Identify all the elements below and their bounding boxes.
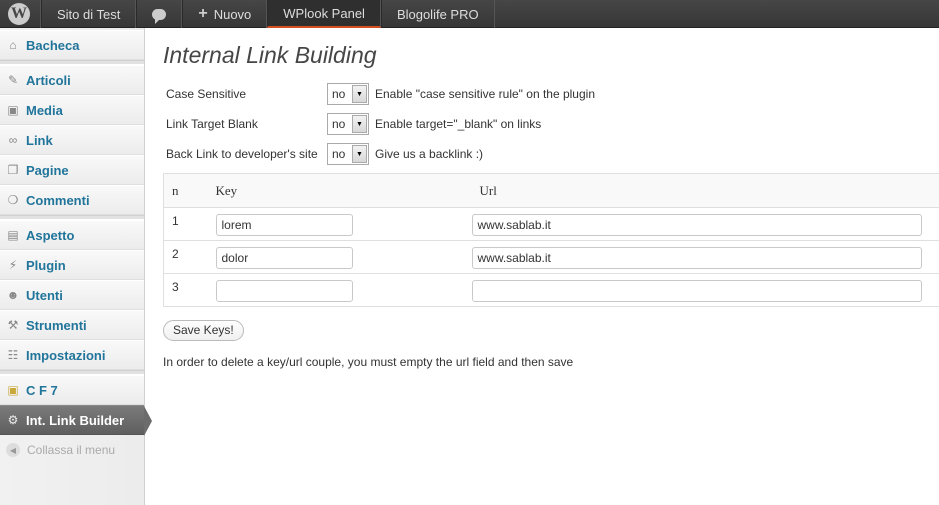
comment-bubble-icon <box>152 8 167 24</box>
comments-icon: ❍ <box>7 193 19 207</box>
key-input[interactable]: lorem <box>215 214 353 236</box>
wordpress-logo-icon: W <box>8 3 30 25</box>
sidebar-item-commenti[interactable]: ❍ Commenti <box>0 185 144 215</box>
appearance-icon: ▤ <box>7 228 19 242</box>
select-value: no <box>332 87 346 101</box>
option-label: Link Target Blank <box>166 117 258 131</box>
blogolife-pro-link[interactable]: Blogolife PRO <box>380 0 495 28</box>
wplook-panel-link[interactable]: WPlook Panel <box>267 0 381 28</box>
url-input[interactable]: www.sablab.it <box>471 247 922 269</box>
sidebar-item-aspetto[interactable]: ▤ Aspetto <box>0 220 144 250</box>
plugin-icon: ⚡ <box>8 258 18 272</box>
option-row-backlink: Back Link to developer's site no ▼ Give … <box>163 139 939 169</box>
keys-table: n Key Url 1 lorem www.sablab.it 2 dolor … <box>163 173 939 307</box>
sidebar-item-int-link-builder[interactable]: ⚙ Int. Link Builder <box>0 405 152 436</box>
page-title: Internal Link Building <box>163 42 377 68</box>
sidebar-item-label: Bacheca <box>26 37 80 53</box>
row-number: 2 <box>163 240 208 274</box>
table-header-row: n Key Url <box>163 173 939 208</box>
plus-icon: + <box>198 5 208 22</box>
sidebar-item-plugin[interactable]: ⚡ Plugin <box>0 250 144 280</box>
sidebar-item-impostazioni[interactable]: ☷ Impostazioni <box>0 340 144 370</box>
users-icon: ☻ <box>6 288 20 302</box>
admin-sidebar: ⌂ Bacheca ✎ Articoli ▣ Media ∞ Link ❐ Pa… <box>0 28 152 505</box>
sidebar-item-utenti[interactable]: ☻ Utenti <box>0 280 144 310</box>
collapse-arrow-icon: ◀ <box>6 443 20 457</box>
key-input[interactable]: dolor <box>215 247 353 269</box>
sidebar-item-label: Impostazioni <box>26 347 106 363</box>
sidebar-item-pagine[interactable]: ❐ Pagine <box>0 155 144 185</box>
sidebar-item-label: Int. Link Builder <box>26 412 125 428</box>
tools-icon: ⚒ <box>7 318 19 332</box>
new-content-label: Nuovo <box>213 6 252 22</box>
chevron-down-icon: ▼ <box>352 85 367 103</box>
sidebar-item-label: Media <box>26 102 63 118</box>
option-row-target-blank: Link Target Blank no ▼ Enable target="_b… <box>163 109 939 139</box>
new-content-menu[interactable]: + Nuovo <box>182 0 268 28</box>
table-row: 2 dolor www.sablab.it <box>163 240 939 274</box>
backlink-select[interactable]: no ▼ <box>327 143 369 165</box>
select-value: no <box>332 117 346 131</box>
option-description: Enable "case sensitive rule" on the plug… <box>375 87 595 101</box>
option-row-case-sensitive: Case Sensitive no ▼ Enable "case sensiti… <box>163 79 939 109</box>
sidebar-item-label: Pagine <box>26 162 69 178</box>
dashboard-icon: ⌂ <box>9 38 17 52</box>
sidebar-item-media[interactable]: ▣ Media <box>0 95 144 125</box>
select-value: no <box>332 147 346 161</box>
sidebar-item-cf7[interactable]: ▣ C F 7 <box>0 375 144 405</box>
link-icon: ∞ <box>8 133 18 147</box>
sidebar-item-articoli[interactable]: ✎ Articoli <box>0 65 144 95</box>
save-keys-button[interactable]: Save Keys! <box>163 320 244 341</box>
option-label: Case Sensitive <box>166 87 247 101</box>
collapse-menu-label: Collassa il menu <box>27 443 116 457</box>
main-content: Internal Link Building Case Sensitive no… <box>163 28 939 369</box>
sidebar-item-link[interactable]: ∞ Link <box>0 125 144 155</box>
column-header-url: Url <box>471 173 939 208</box>
row-number: 1 <box>163 207 208 241</box>
url-input[interactable] <box>471 280 922 302</box>
collapse-menu-button[interactable]: ◀ Collassa il menu <box>0 435 144 465</box>
sidebar-item-label: Aspetto <box>26 227 75 243</box>
wp-logo-menu[interactable]: W <box>0 0 41 28</box>
column-header-n: n <box>163 173 208 208</box>
chevron-down-icon: ▼ <box>352 145 367 163</box>
sidebar-item-label: Link <box>26 132 53 148</box>
table-row: 1 lorem www.sablab.it <box>163 207 939 241</box>
sidebar-item-label: Strumenti <box>26 317 87 333</box>
chevron-down-icon: ▼ <box>352 115 367 133</box>
pages-icon: ❐ <box>7 163 19 177</box>
option-label: Back Link to developer's site <box>166 147 318 161</box>
sidebar-item-label: Utenti <box>26 287 63 303</box>
settings-icon: ☷ <box>7 348 19 362</box>
sidebar-item-bacheca[interactable]: ⌂ Bacheca <box>0 30 144 60</box>
option-description: Give us a backlink :) <box>375 147 484 161</box>
table-row: 3 <box>163 273 939 307</box>
case-sensitive-select[interactable]: no ▼ <box>327 83 369 105</box>
row-number: 3 <box>163 273 208 307</box>
sidebar-item-strumenti[interactable]: ⚒ Strumenti <box>0 310 144 340</box>
media-icon: ▣ <box>7 103 19 117</box>
sidebar-item-label: Articoli <box>26 72 71 88</box>
gear-icon: ⚙ <box>7 413 19 427</box>
site-name-link[interactable]: Sito di Test <box>41 0 137 28</box>
help-note: In order to delete a key/url couple, you… <box>163 355 574 369</box>
url-input[interactable]: www.sablab.it <box>471 214 922 236</box>
column-header-key: Key <box>207 173 472 208</box>
pin-icon: ✎ <box>7 73 19 87</box>
target-blank-select[interactable]: no ▼ <box>327 113 369 135</box>
sidebar-item-label: C F 7 <box>26 382 58 398</box>
comments-link[interactable] <box>136 0 183 28</box>
cf7-icon: ▣ <box>7 383 19 397</box>
sidebar-item-label: Plugin <box>26 257 66 273</box>
option-description: Enable target="_blank" on links <box>375 117 542 131</box>
sidebar-item-label: Commenti <box>26 192 90 208</box>
admin-bar: W Sito di Test + Nuovo WPlook Panel Blog… <box>0 0 939 28</box>
key-input[interactable] <box>215 280 353 302</box>
